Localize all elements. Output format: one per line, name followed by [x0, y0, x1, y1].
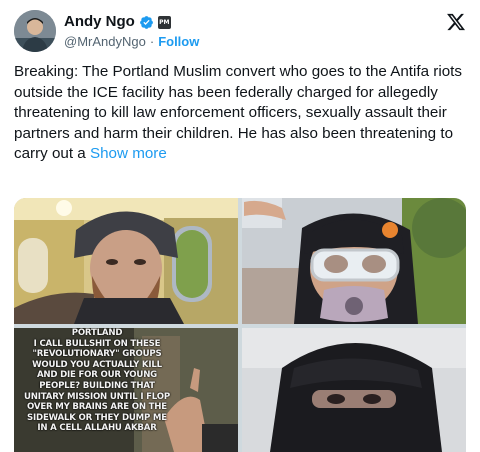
caption-line: I CALL BULLSHIT ON THESE	[33, 338, 161, 349]
tweet-header: Andy Ngo PM @MrAndyNgo · Follow	[14, 10, 466, 54]
caption-line: PORTLAND	[71, 328, 123, 338]
media-photo-4[interactable]	[242, 328, 466, 452]
author-name-row: Andy Ngo PM	[64, 13, 171, 31]
avatar[interactable]	[14, 10, 56, 52]
caption-line: OVER MY BRAINS ARE ON THE	[27, 402, 167, 413]
caption-line: AND DIE FOR OUR YOUNG	[36, 370, 158, 381]
caption-line: "REVOLUTIONARY" GROUPS	[32, 349, 162, 360]
caption-line: SIDEWALK OR THEY DUMP ME	[27, 412, 167, 423]
verified-badge-icon	[139, 15, 154, 30]
show-more-link[interactable]: Show more	[90, 145, 167, 162]
author-handle-row: @MrAndyNgo · Follow	[64, 33, 199, 50]
separator-dot: ·	[149, 34, 155, 49]
x-logo-icon[interactable]	[446, 12, 466, 32]
media-photo-1[interactable]	[14, 198, 238, 324]
caption-line: PEOPLE? BUILDING THAT	[39, 380, 155, 391]
photo-caption-overlay: PORTLAND I CALL BULLSHIT ON THESE "REVOL…	[22, 328, 172, 434]
media-photo-2[interactable]	[242, 198, 466, 324]
tweet-body: Breaking: The Portland Muslim convert wh…	[14, 63, 462, 162]
author-display-name[interactable]: Andy Ngo	[64, 13, 135, 31]
author-handle[interactable]: @MrAndyNgo	[64, 33, 146, 50]
caption-line: WOULD YOU ACTUALLY KILL	[32, 359, 162, 370]
avatar-image	[14, 10, 56, 52]
tweet-text: Breaking: The Portland Muslim convert wh…	[14, 62, 470, 165]
tweet-card: Andy Ngo PM @MrAndyNgo · Follow Breaking…	[0, 0, 480, 452]
caption-line: IN A CELL ALLAHU AKBAR	[37, 423, 157, 434]
affiliate-badge-icon: PM	[157, 15, 171, 29]
media-grid: PORTLAND I CALL BULLSHIT ON THESE "REVOL…	[14, 198, 466, 452]
follow-button[interactable]: Follow	[158, 33, 199, 50]
media-photo-3[interactable]: PORTLAND I CALL BULLSHIT ON THESE "REVOL…	[14, 328, 238, 452]
caption-line: UNITARY MISSION UNTIL I FLOP	[24, 391, 170, 402]
